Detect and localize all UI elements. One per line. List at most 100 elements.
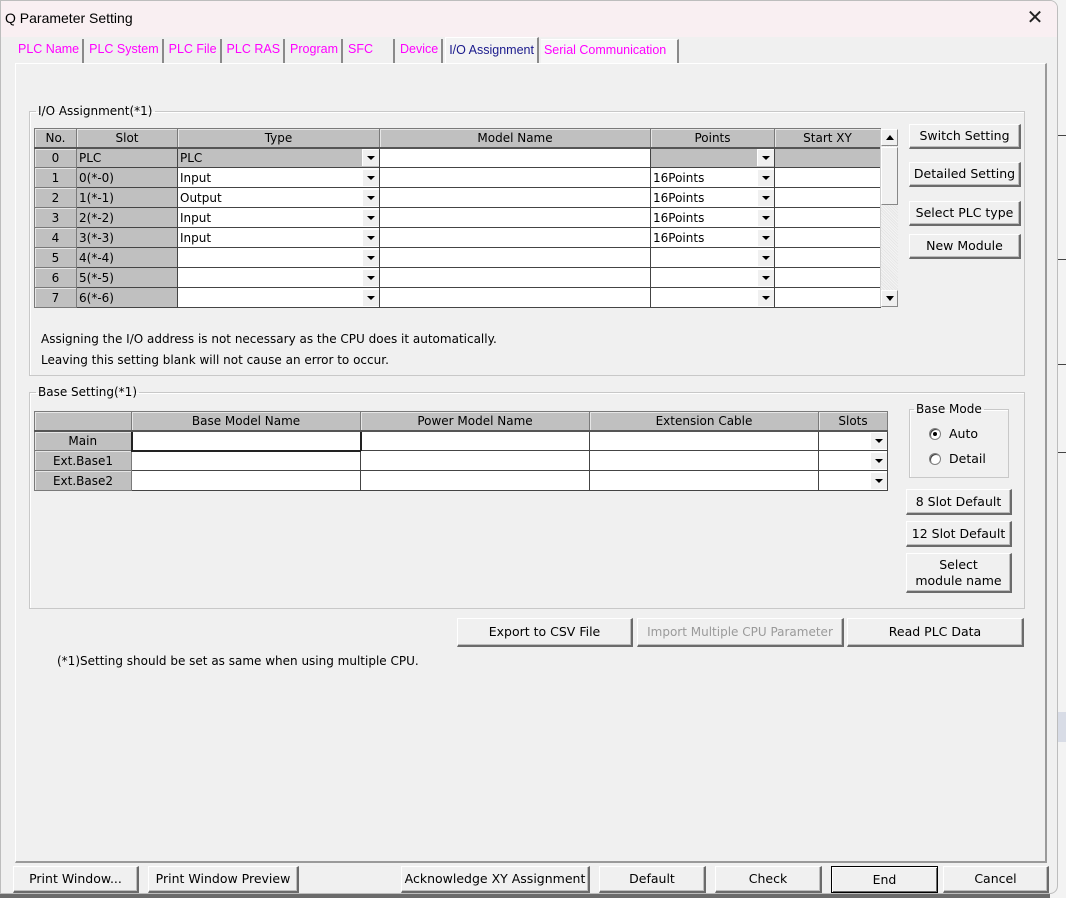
io-table-scrollbar[interactable] <box>880 129 898 307</box>
start-xy-input[interactable] <box>774 187 881 208</box>
export-csv-button[interactable]: Export to CSV File <box>457 618 633 647</box>
chevron-down-icon[interactable] <box>757 229 774 246</box>
start-xy-input[interactable] <box>774 227 881 248</box>
chevron-down-icon[interactable] <box>757 189 774 206</box>
points-select[interactable]: 16Points <box>650 167 775 188</box>
start-xy-input[interactable] <box>774 207 881 228</box>
type-select[interactable] <box>177 287 380 308</box>
select-module-name-button[interactable]: Select module name <box>906 553 1012 593</box>
power-model-input[interactable] <box>360 450 590 471</box>
tab-io-assignment[interactable]: I/O Assignment <box>445 37 539 63</box>
slots-select[interactable] <box>818 470 888 491</box>
chevron-down-icon[interactable] <box>362 209 379 226</box>
radio-checked-icon[interactable] <box>929 427 941 440</box>
chevron-down-icon[interactable] <box>757 249 774 266</box>
slots-select[interactable] <box>818 450 888 471</box>
column-header-slot[interactable]: Slot <box>76 128 178 149</box>
column-header-type[interactable]: Type <box>177 128 380 149</box>
start-xy-input[interactable] <box>774 167 881 188</box>
chevron-down-icon[interactable] <box>757 149 774 167</box>
check-button[interactable]: Check <box>715 866 822 893</box>
chevron-down-icon[interactable] <box>362 249 379 266</box>
chevron-down-icon[interactable] <box>870 472 887 489</box>
model-name-input[interactable] <box>379 207 651 228</box>
model-name-input[interactable] <box>379 227 651 248</box>
model-name-input[interactable] <box>379 287 651 308</box>
points-select[interactable] <box>650 247 775 268</box>
type-select[interactable] <box>177 247 380 268</box>
chevron-down-icon[interactable] <box>362 149 379 167</box>
column-header-start-xy[interactable]: Start XY <box>774 128 881 149</box>
points-select[interactable]: 16Points <box>650 227 775 248</box>
column-header-base-model-name[interactable]: Base Model Name <box>131 411 361 432</box>
column-header-extension-cable[interactable]: Extension Cable <box>589 411 819 432</box>
chevron-down-icon[interactable] <box>870 432 887 450</box>
type-select[interactable]: Input <box>177 227 380 248</box>
model-name-input[interactable] <box>379 247 651 268</box>
base-model-input[interactable] <box>130 429 362 452</box>
default-button[interactable]: Default <box>599 866 706 893</box>
extension-cable-input[interactable] <box>589 430 819 451</box>
twelve-slot-default-button[interactable]: 12 Slot Default <box>906 521 1012 547</box>
tab-program[interactable]: Program <box>287 39 343 63</box>
points-select[interactable] <box>650 267 775 288</box>
print-window-button[interactable]: Print Window... <box>13 866 139 893</box>
chevron-down-icon[interactable] <box>362 289 379 306</box>
base-mode-detail-radio[interactable]: Detail <box>929 451 986 466</box>
power-model-input[interactable] <box>360 470 590 491</box>
chevron-down-icon[interactable] <box>757 269 774 286</box>
base-mode-auto-label[interactable]: Auto <box>949 426 978 441</box>
chevron-down-icon[interactable] <box>362 229 379 246</box>
tab-sfc[interactable]: SFC <box>344 39 395 63</box>
tab-plc-ras[interactable]: PLC RAS <box>223 39 286 63</box>
new-module-button[interactable]: New Module <box>909 234 1021 259</box>
type-select[interactable] <box>177 267 380 288</box>
type-select[interactable]: Input <box>177 167 380 188</box>
chevron-down-icon[interactable] <box>362 169 379 186</box>
column-header-model-name[interactable]: Model Name <box>379 128 651 149</box>
model-name-input[interactable] <box>379 147 651 168</box>
type-select[interactable]: Output <box>177 187 380 208</box>
eight-slot-default-button[interactable]: 8 Slot Default <box>906 489 1012 515</box>
acknowledge-xy-assignment-button[interactable]: Acknowledge XY Assignment <box>401 866 590 893</box>
column-header-slots[interactable]: Slots <box>818 411 888 432</box>
end-button[interactable]: End <box>831 866 938 893</box>
scroll-up-arrow-icon[interactable] <box>881 129 898 146</box>
chevron-down-icon[interactable] <box>362 269 379 286</box>
tab-plc-name[interactable]: PLC Name <box>15 39 85 63</box>
base-mode-auto-radio[interactable]: Auto <box>929 426 978 441</box>
close-icon[interactable]: ✕ <box>1025 7 1045 27</box>
extension-cable-input[interactable] <box>589 450 819 471</box>
column-header-no[interactable]: No. <box>34 128 77 149</box>
model-name-input[interactable] <box>379 267 651 288</box>
chevron-down-icon[interactable] <box>757 289 774 306</box>
points-select[interactable]: 16Points <box>650 187 775 208</box>
radio-unchecked-icon[interactable] <box>929 452 941 465</box>
print-window-preview-button[interactable]: Print Window Preview <box>148 866 299 893</box>
scroll-thumb[interactable] <box>881 147 898 205</box>
tab-device[interactable]: Device <box>396 39 444 63</box>
base-model-input[interactable] <box>131 470 361 491</box>
power-model-input[interactable] <box>360 430 590 451</box>
type-select[interactable]: PLC <box>177 147 380 168</box>
chevron-down-icon[interactable] <box>757 209 774 226</box>
tab-plc-system[interactable]: PLC System <box>86 39 164 63</box>
base-model-input[interactable] <box>131 450 361 471</box>
column-header-points[interactable]: Points <box>650 128 775 149</box>
tab-plc-file[interactable]: PLC File <box>165 39 222 63</box>
slots-select[interactable] <box>818 430 888 451</box>
switch-setting-button[interactable]: Switch Setting <box>909 124 1021 149</box>
tab-serial-communication[interactable]: Serial Communication <box>540 39 679 63</box>
start-xy-input[interactable] <box>774 247 881 268</box>
select-plc-type-button[interactable]: Select PLC type <box>909 201 1021 226</box>
chevron-down-icon[interactable] <box>362 189 379 206</box>
extension-cable-input[interactable] <box>589 470 819 491</box>
chevron-down-icon[interactable] <box>870 452 887 469</box>
start-xy-input[interactable] <box>774 287 881 308</box>
chevron-down-icon[interactable] <box>757 169 774 186</box>
points-select[interactable]: 16Points <box>650 207 775 228</box>
start-xy-input[interactable] <box>774 147 881 168</box>
base-mode-detail-label[interactable]: Detail <box>949 451 986 466</box>
start-xy-input[interactable] <box>774 267 881 288</box>
type-select[interactable]: Input <box>177 207 380 228</box>
